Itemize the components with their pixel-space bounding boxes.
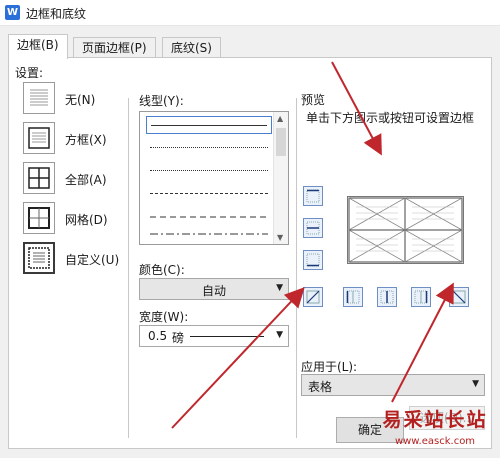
setting-grid-label: 网格(D): [65, 213, 108, 227]
diagonal-down-icon[interactable]: [449, 287, 469, 307]
settings-label: 设置:: [15, 66, 44, 80]
tab-shading[interactable]: 底纹(S): [162, 37, 221, 58]
preview-hint: 单击下方图示或按钮可设置边框: [306, 111, 475, 125]
title-bar: W 边框和底纹: [0, 0, 500, 26]
color-value: 自动: [202, 284, 227, 298]
apply-to-label: 应用于(L):: [301, 360, 358, 374]
border-none-icon: [23, 82, 55, 114]
line-style-dashed-short[interactable]: [146, 185, 272, 203]
line-style-list[interactable]: ▲ ▼: [139, 111, 289, 245]
line-style-dashed[interactable]: [146, 208, 272, 226]
dialog-body: 边框(B) 页面边框(P) 底纹(S) 设置: 无(N) 方框(X) 全部(A)…: [0, 26, 500, 458]
watermark: 易采站长站 www.easck.com: [372, 405, 498, 457]
watermark-text: 易采站长站: [382, 409, 488, 431]
dialog-title: 边框和底纹: [26, 7, 87, 21]
border-right-icon[interactable]: [411, 287, 431, 307]
apply-to-value: 表格: [308, 380, 333, 394]
setting-box-label: 方框(X): [65, 133, 107, 147]
width-label: 宽度(W):: [139, 310, 189, 324]
border-box-icon: [23, 122, 55, 154]
width-select[interactable]: 0.5 磅 ▼: [139, 325, 289, 347]
color-label: 颜色(C):: [139, 263, 185, 277]
border-grid-icon: [23, 202, 55, 234]
setting-box[interactable]: 方框(X): [23, 122, 133, 156]
border-inside-vertical-icon[interactable]: [377, 287, 397, 307]
line-style-label: 线型(Y):: [139, 94, 184, 108]
chevron-down-icon: ▼: [276, 283, 283, 293]
width-unit: 磅: [172, 331, 185, 345]
setting-custom-label: 自定义(U): [65, 253, 120, 267]
border-custom-icon: [23, 242, 55, 274]
border-left-icon[interactable]: [343, 287, 363, 307]
preview-label: 预览: [301, 93, 326, 107]
chevron-down-icon: ▼: [472, 379, 479, 389]
width-line-sample: [190, 336, 264, 337]
scroll-thumb[interactable]: [276, 128, 286, 156]
border-inside-horizontal-icon[interactable]: [303, 218, 323, 238]
line-style-solid[interactable]: [146, 116, 272, 134]
setting-none-label: 无(N): [65, 93, 96, 107]
setting-none[interactable]: 无(N): [23, 82, 133, 116]
tab-page-borders[interactable]: 页面边框(P): [73, 37, 156, 58]
wps-writer-icon: W: [5, 5, 20, 20]
divider: [296, 98, 297, 438]
setting-all[interactable]: 全部(A): [23, 162, 133, 196]
line-style-scrollbar[interactable]: ▲ ▼: [273, 112, 288, 244]
setting-grid[interactable]: 网格(D): [23, 202, 133, 236]
line-style-dotted-dense[interactable]: [146, 162, 272, 180]
setting-all-label: 全部(A): [65, 173, 107, 187]
apply-to-select[interactable]: 表格 ▼: [301, 374, 485, 396]
divider: [128, 98, 129, 438]
tab-borders[interactable]: 边框(B): [8, 34, 68, 59]
border-top-icon[interactable]: [303, 186, 323, 206]
chevron-down-icon: ▼: [276, 330, 283, 340]
borders-panel: 设置: 无(N) 方框(X) 全部(A) 网格(D) 自定义(U) 线型(Y):…: [8, 57, 492, 449]
border-bottom-icon[interactable]: [303, 250, 323, 270]
watermark-url: www.easck.com: [394, 436, 476, 447]
preview-table[interactable]: [347, 196, 464, 264]
color-select[interactable]: 自动 ▼: [139, 278, 289, 300]
setting-custom[interactable]: 自定义(U): [23, 242, 133, 276]
diagonal-up-icon[interactable]: [303, 287, 323, 307]
scroll-down-icon[interactable]: ▼: [277, 233, 283, 242]
line-style-dotted[interactable]: [146, 139, 272, 157]
width-value: 0.5: [148, 329, 168, 343]
line-style-dash-dot[interactable]: [146, 227, 272, 241]
scroll-up-icon[interactable]: ▲: [277, 114, 283, 123]
border-all-icon: [23, 162, 55, 194]
